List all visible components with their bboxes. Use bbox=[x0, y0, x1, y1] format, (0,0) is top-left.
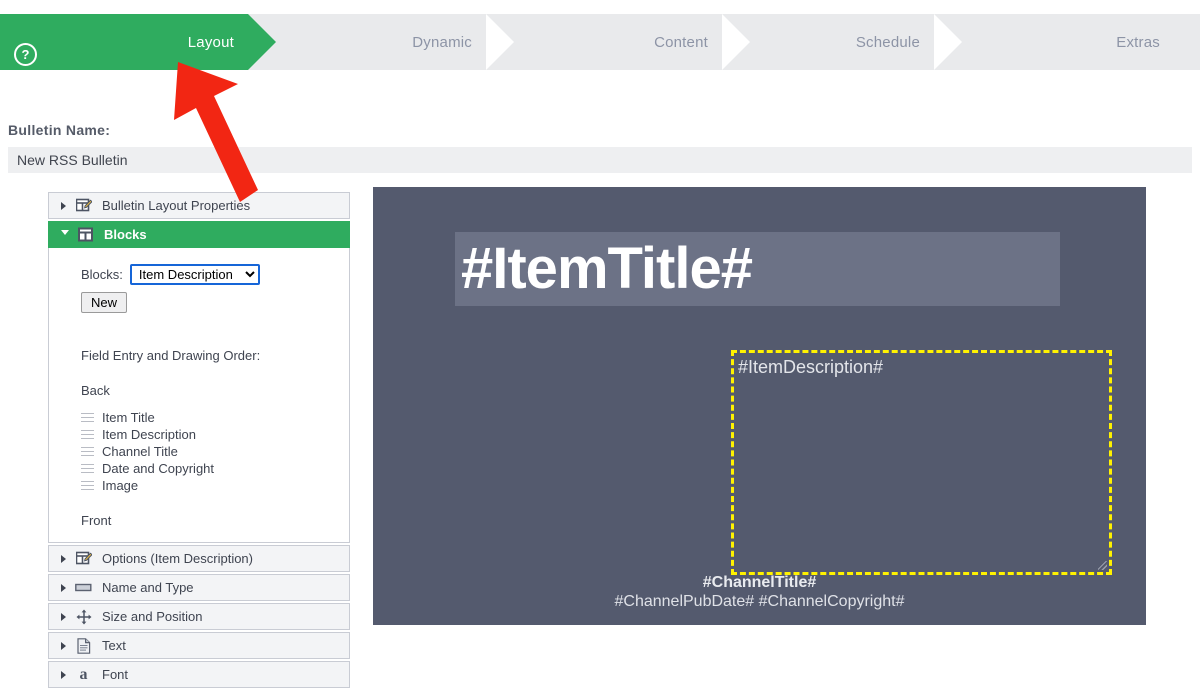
order-back-label: Back bbox=[81, 383, 110, 398]
panel-blocks: Blocks Blocks: Item Description New Fiel… bbox=[48, 221, 350, 543]
chevron-right-icon bbox=[61, 641, 66, 650]
layout-properties-icon bbox=[75, 198, 92, 214]
panel-header-options[interactable]: Options (Item Description) bbox=[48, 545, 350, 572]
panel-name-and-type: Name and Type bbox=[48, 574, 350, 601]
annotation-arrow-icon bbox=[174, 62, 258, 202]
blocks-select-row: Blocks: Item Description bbox=[81, 264, 349, 285]
field-label: Channel Title bbox=[102, 444, 178, 459]
help-question-icon[interactable]: ? bbox=[14, 43, 37, 66]
wizard-step-schedule[interactable]: Schedule bbox=[750, 14, 934, 70]
step-separator-3 bbox=[934, 14, 962, 70]
new-block-button[interactable]: New bbox=[81, 292, 128, 313]
font-a-icon: a bbox=[79, 665, 88, 683]
channel-date-copyright-text: #ChannelPubDate# #ChannelCopyright# bbox=[614, 593, 905, 610]
item-title-block[interactable]: #ItemTitle# bbox=[455, 232, 1060, 306]
step-separator-2 bbox=[722, 14, 750, 70]
panel-font: a Font bbox=[48, 661, 350, 688]
options-icon bbox=[75, 551, 92, 567]
drag-handle-icon[interactable] bbox=[81, 430, 94, 439]
resize-handle[interactable] bbox=[1098, 561, 1107, 570]
field-list-item[interactable]: Item Description bbox=[81, 426, 349, 443]
wizard-step-label: Dynamic bbox=[412, 33, 472, 51]
field-list-item[interactable]: Image bbox=[81, 477, 349, 494]
chevron-right-icon bbox=[61, 612, 66, 621]
chevron-right-icon bbox=[61, 670, 66, 679]
wizard-step-label: Schedule bbox=[855, 33, 920, 51]
field-list-item[interactable]: Channel Title bbox=[81, 443, 349, 460]
panel-header-blocks[interactable]: Blocks bbox=[48, 221, 350, 248]
chevron-down-icon bbox=[61, 230, 69, 239]
field-list-item[interactable]: Date and Copyright bbox=[81, 460, 349, 477]
channel-title-text: #ChannelTitle# bbox=[702, 574, 817, 591]
wizard-step-extras[interactable]: Extras bbox=[962, 14, 1178, 70]
chevron-right-icon bbox=[61, 554, 66, 563]
drag-handle-icon[interactable] bbox=[81, 481, 94, 490]
panel-size-and-position: Size and Position bbox=[48, 603, 350, 630]
panel-bulletin-layout-properties: Bulletin Layout Properties bbox=[48, 192, 350, 219]
panel-title: Blocks bbox=[104, 227, 147, 242]
wizard-step-dynamic[interactable]: Dynamic bbox=[276, 14, 486, 70]
wizard-step-content[interactable]: Content bbox=[514, 14, 722, 70]
move-arrows-icon bbox=[75, 609, 92, 625]
blocks-select[interactable]: Item Description bbox=[129, 264, 260, 285]
bulletin-preview-canvas[interactable]: #ItemTitle# #ItemDescription# #ChannelTi… bbox=[373, 187, 1146, 625]
field-label: Item Title bbox=[102, 410, 155, 425]
name-type-icon bbox=[75, 580, 92, 596]
wizard-step-label: Content bbox=[654, 33, 708, 51]
step-arrow-layout bbox=[248, 14, 276, 70]
panel-title: Name and Type bbox=[102, 580, 194, 595]
panel-header-size-and-position[interactable]: Size and Position bbox=[48, 603, 350, 630]
text-document-icon bbox=[75, 637, 92, 654]
wizard-step-label: Layout bbox=[187, 33, 234, 51]
field-label: Item Description bbox=[102, 427, 196, 442]
drag-handle-icon[interactable] bbox=[81, 413, 94, 422]
panel-title: Text bbox=[102, 638, 126, 653]
wizard-step-label: Extras bbox=[1116, 33, 1160, 51]
help-glyph: ? bbox=[21, 47, 30, 62]
panel-title: Options (Item Description) bbox=[102, 551, 253, 566]
panel-title: Bulletin Layout Properties bbox=[102, 198, 251, 213]
item-description-block-selected[interactable]: #ItemDescription# bbox=[731, 350, 1112, 575]
bulletin-name-input[interactable] bbox=[8, 147, 1192, 173]
drag-handle-icon[interactable] bbox=[81, 447, 94, 456]
chevron-right-icon bbox=[61, 201, 66, 210]
chevron-right-icon bbox=[61, 583, 66, 592]
panel-header-text[interactable]: Text bbox=[48, 632, 350, 659]
drag-handle-icon[interactable] bbox=[81, 464, 94, 473]
order-front-label: Front bbox=[81, 513, 112, 528]
field-label: Image bbox=[102, 478, 139, 493]
panel-options: Options (Item Description) bbox=[48, 545, 350, 572]
field-list-item[interactable]: Item Title bbox=[81, 409, 349, 426]
wizard-breadcrumb-bar: Layout Dynamic Content Schedule Extras bbox=[0, 14, 1200, 70]
wizard-step-layout[interactable]: Layout bbox=[0, 14, 276, 70]
item-description-text: #ItemDescription# bbox=[738, 357, 884, 377]
panel-text: Text bbox=[48, 632, 350, 659]
blocks-icon bbox=[77, 227, 94, 243]
panel-title: Size and Position bbox=[102, 609, 203, 624]
blocks-panel-body: Blocks: Item Description New Field Entry… bbox=[48, 248, 350, 543]
panel-header-bulletin-layout-properties[interactable]: Bulletin Layout Properties bbox=[48, 192, 350, 219]
panel-header-font[interactable]: a Font bbox=[48, 661, 350, 688]
panel-header-name-and-type[interactable]: Name and Type bbox=[48, 574, 350, 601]
item-title-text: #ItemTitle# bbox=[461, 236, 753, 301]
panel-title: Font bbox=[102, 667, 129, 682]
blocks-select-label: Blocks: bbox=[81, 267, 123, 282]
field-order-title: Field Entry and Drawing Order: bbox=[81, 348, 261, 363]
properties-accordion: Bulletin Layout Properties Blocks Blocks… bbox=[48, 192, 350, 690]
bulletin-name-label: Bulletin Name: bbox=[8, 122, 111, 138]
field-order-list: Item Title Item Description Channel Titl… bbox=[81, 409, 349, 494]
field-label: Date and Copyright bbox=[102, 461, 215, 476]
step-separator-1 bbox=[486, 14, 514, 70]
